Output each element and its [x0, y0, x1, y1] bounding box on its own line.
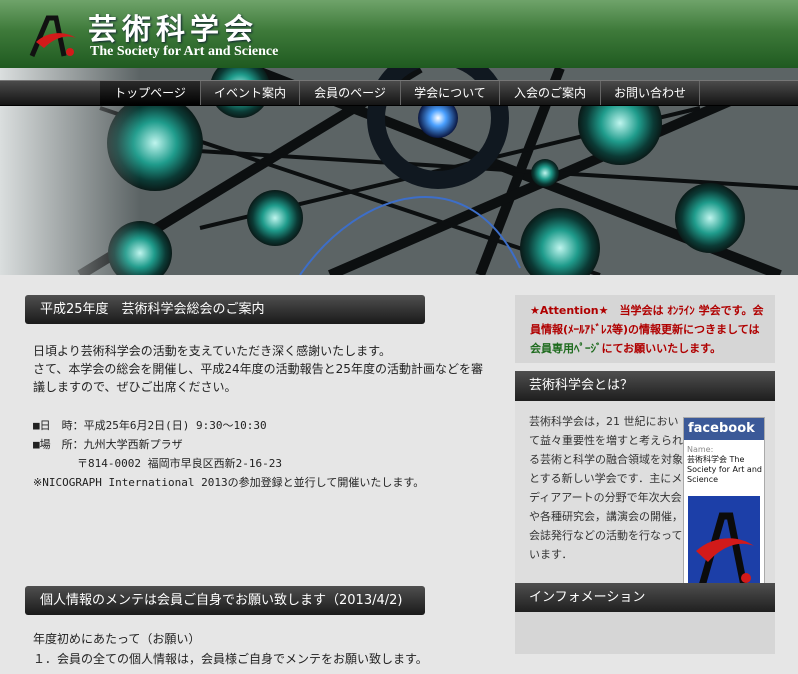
attention-text-part1: ★Attention★ 当学会は ｵﾝﾗｲﾝ 学会です。会員情報(ﾒｰﾙｱﾄﾞﾚ…: [530, 304, 764, 336]
section-heading-general-meeting: 平成25年度 芸術科学会総会のご案内: [25, 295, 425, 324]
about-box: 芸術科学会は，21 世紀において益々重要性を増すと考えられる芸術と科学の融合領域…: [515, 401, 775, 599]
site-subtitle: The Society for Art and Science: [90, 44, 279, 59]
society-logo[interactable]: [26, 12, 82, 60]
society-logo-icon: [696, 512, 754, 587]
facebook-name-value: 芸術科学会 The Society for Art and Science: [687, 455, 762, 484]
site-header: 芸術科学会 The Society for Art and Science: [0, 0, 798, 68]
meeting-intro-line-3: 議しますので、ぜひご出席ください。: [33, 380, 237, 394]
facebook-profile-image: [688, 496, 760, 596]
nav-about-society[interactable]: 学会について: [401, 81, 500, 105]
facebook-badge[interactable]: facebook Name: 芸術科学会 The Society for Art…: [683, 417, 765, 599]
information-heading: インフォメーション: [515, 583, 775, 613]
meeting-datetime: ■日 時：平成25年6月2日(日) 9:30〜10:30: [33, 419, 267, 432]
members-page-link[interactable]: 会員専用ﾍﾟｰｼﾞ: [530, 342, 602, 355]
meeting-place: ■場 所：九州大学西新プラザ: [33, 438, 183, 451]
meeting-intro-line-1: 日頃より芸術科学会の活動を支えていただき深く感謝いたします。: [33, 344, 391, 358]
facebook-logo: facebook: [684, 418, 764, 440]
facebook-page-name: Name: 芸術科学会 The Society for Art and Scie…: [687, 445, 763, 485]
site-title[interactable]: 芸術科学会: [88, 6, 258, 48]
attention-box: ★Attention★ 当学会は ｵﾝﾗｲﾝ 学会です。会員情報(ﾒｰﾙｱﾄﾞﾚ…: [515, 295, 775, 363]
nav-top-page[interactable]: トップページ: [100, 81, 201, 105]
section-heading-personal-info: 個人情報のメンテは会員ご自身でお願い致します（2013/4/2): [25, 586, 425, 615]
main-nav: トップページ イベント案内 会員のページ 学会について 入会のご案内 お問い合わ…: [0, 80, 798, 106]
facebook-name-label: Name:: [687, 445, 714, 454]
personal-info-line-2: １．会員の全ての個人情報は，会員様ご自身でメンテをお願い致します。: [33, 652, 428, 666]
nav-contact[interactable]: お問い合わせ: [601, 81, 700, 105]
attention-text-part2: にてお願いいたします。: [601, 342, 722, 355]
about-heading: 芸術科学会とは？: [515, 371, 775, 401]
personal-info-line-1: 年度初めにあたって（お願い）: [33, 632, 201, 646]
meeting-address: 〒814-0002 福岡市早良区西新2-16-23: [33, 457, 282, 470]
information-box: [515, 612, 775, 654]
attention-text: ★Attention★ 当学会は ｵﾝﾗｲﾝ 学会です。会員情報(ﾒｰﾙｱﾄﾞﾚ…: [530, 301, 770, 358]
about-text: 芸術科学会は，21 世紀において益々重要性を増すと考えられる芸術と科学の融合領域…: [529, 415, 683, 561]
nav-members-page[interactable]: 会員のページ: [300, 81, 401, 105]
nav-events[interactable]: イベント案内: [201, 81, 300, 105]
nav-membership[interactable]: 入会のご案内: [500, 81, 601, 105]
meeting-note: ※NICOGRAPH International 2013の参加登録と並行して開…: [33, 476, 425, 489]
meeting-intro-line-2: さて、本学会の総会を開催し、平成24年度の活動報告と25年度の活動計画などを審: [33, 362, 483, 376]
